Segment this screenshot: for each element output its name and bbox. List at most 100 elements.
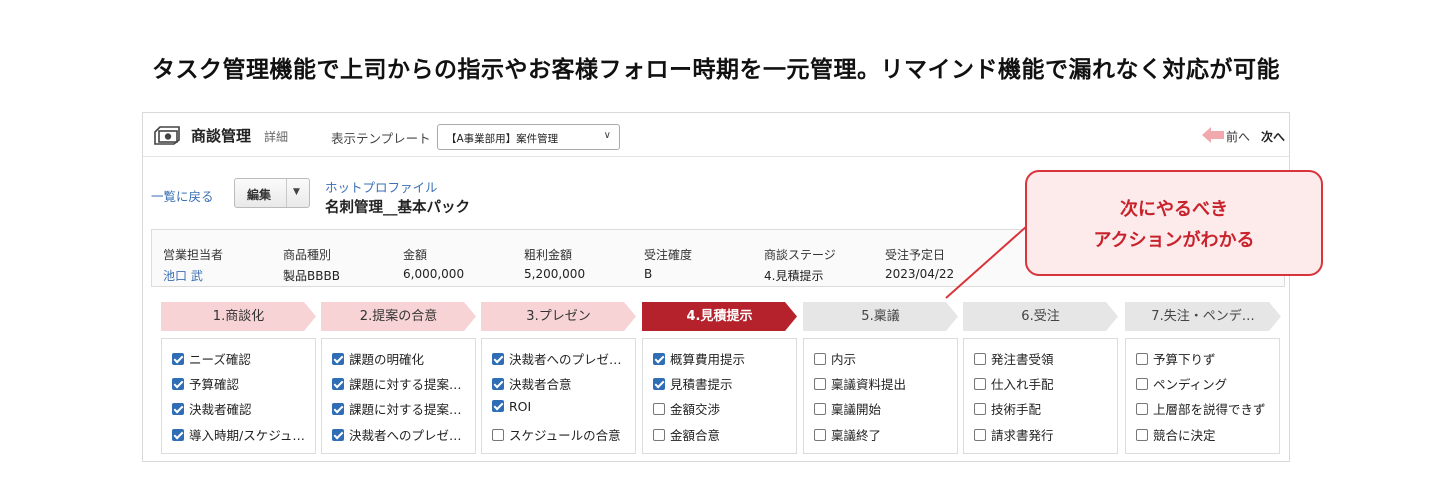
checkbox[interactable] <box>492 353 504 365</box>
checkbox[interactable] <box>814 353 826 365</box>
prev-link[interactable]: 前へ <box>1226 128 1250 145</box>
checkbox[interactable] <box>332 353 344 365</box>
info-label: 粗利金額 <box>524 248 573 262</box>
task-item[interactable]: 決裁者へのプレゼ… <box>332 425 472 441</box>
stage-6[interactable]: 6.受注 <box>963 302 1118 331</box>
task-label: ROI <box>509 399 532 414</box>
task-item[interactable]: 上層部を説得できず <box>1136 399 1276 415</box>
task-item[interactable]: 決裁者確認 <box>172 399 312 415</box>
checkbox[interactable] <box>653 403 665 415</box>
task-item[interactable]: 導入時期/スケジュ… <box>172 425 312 441</box>
checkbox[interactable] <box>492 378 504 390</box>
top-bar: 商談管理 詳細 表示テンプレート 【A事業部用】案件管理 ∨ 前へ 次へ <box>143 113 1289 157</box>
checkbox[interactable] <box>492 400 504 412</box>
task-item[interactable]: 決裁者へのプレゼ… <box>492 349 632 365</box>
task-item[interactable]: 課題に対する提案… <box>332 399 472 415</box>
checkbox[interactable] <box>1136 429 1148 441</box>
checkbox[interactable] <box>1136 403 1148 415</box>
task-column-3: 決裁者へのプレゼ… 決裁者合意 ROI スケジュールの合意 <box>481 338 636 454</box>
task-item[interactable]: 課題の明確化 <box>332 349 472 365</box>
checkbox[interactable] <box>974 429 986 441</box>
checkbox[interactable] <box>814 403 826 415</box>
stage-7[interactable]: 7.失注・ペンデ… <box>1125 302 1281 331</box>
record-type-link[interactable]: ホットプロファイル <box>325 177 438 196</box>
checkbox[interactable] <box>1136 353 1148 365</box>
task-item[interactable]: 概算費用提示 <box>653 349 793 365</box>
task-label: 課題に対する提案… <box>349 377 462 390</box>
task-label: ペンディング <box>1153 377 1228 390</box>
task-label: 稟議資料提出 <box>831 377 907 390</box>
checkbox[interactable] <box>653 353 665 365</box>
task-label: 技術手配 <box>991 402 1042 415</box>
task-label: 稟議終了 <box>831 428 882 441</box>
task-item[interactable]: 決裁者合意 <box>492 374 632 390</box>
task-label: 請求書発行 <box>991 428 1054 441</box>
task-item[interactable]: ROI <box>492 399 632 415</box>
checkbox[interactable] <box>172 378 184 390</box>
task-item[interactable]: 課題に対する提案… <box>332 374 472 390</box>
caret-down-icon[interactable]: ▼ <box>293 187 300 197</box>
task-item[interactable]: 予算下りず <box>1136 349 1276 365</box>
stage-label: 2.提案の合意 <box>359 309 438 324</box>
stage-4[interactable]: 4.見積提示 <box>642 302 797 331</box>
stage-2[interactable]: 2.提案の合意 <box>321 302 476 331</box>
info-field-probability: 受注確度 B <box>644 246 692 281</box>
info-value: 5,200,000 <box>524 267 586 281</box>
checkbox[interactable] <box>332 378 344 390</box>
checkbox[interactable] <box>332 403 344 415</box>
checkbox[interactable] <box>332 429 344 441</box>
stage-3[interactable]: 3.プレゼン <box>481 302 636 331</box>
checkbox[interactable] <box>974 403 986 415</box>
task-label: 決裁者へのプレゼ… <box>349 428 462 441</box>
task-item[interactable]: 発注書受領 <box>974 349 1114 365</box>
chevron-down-icon: ∨ <box>603 130 611 141</box>
info-field-product-type: 商品種別 製品BBBB <box>283 246 340 284</box>
task-item[interactable]: 金額合意 <box>653 425 793 441</box>
checkbox[interactable] <box>653 378 665 390</box>
task-item[interactable]: 金額交渉 <box>653 399 793 415</box>
checkbox[interactable] <box>814 378 826 390</box>
task-item[interactable]: 予算確認 <box>172 374 312 390</box>
task-label: 決裁者合意 <box>509 377 572 390</box>
checkbox[interactable] <box>492 429 504 441</box>
checkbox[interactable] <box>172 429 184 441</box>
stage-1[interactable]: 1.商談化 <box>161 302 316 331</box>
deal-detail-panel: 商談管理 詳細 表示テンプレート 【A事業部用】案件管理 ∨ 前へ 次へ 一覧に… <box>142 112 1290 462</box>
callout-line-1: 次にやるべき <box>1120 199 1228 220</box>
task-item[interactable]: ペンディング <box>1136 374 1276 390</box>
money-icon <box>154 126 180 145</box>
task-item[interactable]: 稟議資料提出 <box>814 374 954 390</box>
stage-label: 3.プレゼン <box>526 309 591 324</box>
task-item[interactable]: ニーズ確認 <box>172 349 312 365</box>
next-link[interactable]: 次へ <box>1261 128 1285 145</box>
owner-link[interactable]: 池口 武 <box>163 267 223 284</box>
task-item[interactable]: スケジュールの合意 <box>492 425 632 441</box>
info-field-stage: 商談ステージ 4.見積提示 <box>764 246 836 284</box>
task-item[interactable]: 技術手配 <box>974 399 1114 415</box>
task-item[interactable]: 見積書提示 <box>653 374 793 390</box>
checkbox[interactable] <box>974 378 986 390</box>
task-item[interactable]: 稟議開始 <box>814 399 954 415</box>
checkbox[interactable] <box>172 403 184 415</box>
task-item[interactable]: 請求書発行 <box>974 425 1114 441</box>
info-value: 4.見積提示 <box>764 269 824 283</box>
checkbox[interactable] <box>814 429 826 441</box>
checkbox[interactable] <box>1136 378 1148 390</box>
task-label: ニーズ確認 <box>189 352 251 365</box>
back-to-list-link[interactable]: 一覧に戻る <box>151 186 214 205</box>
task-item[interactable]: 稟議終了 <box>814 425 954 441</box>
task-item[interactable]: 仕入れ手配 <box>974 374 1114 390</box>
stage-label: 1.商談化 <box>212 309 265 324</box>
task-item[interactable]: 競合に決定 <box>1136 425 1276 441</box>
arrow-left-icon[interactable] <box>1202 127 1224 143</box>
task-item[interactable]: 内示 <box>814 349 954 365</box>
edit-button[interactable]: 編集 ▼ <box>234 178 310 208</box>
info-field-amount: 金額 6,000,000 <box>403 246 464 281</box>
checkbox[interactable] <box>974 353 986 365</box>
stage-5[interactable]: 5.稟議 <box>803 302 958 331</box>
info-label: 商談ステージ <box>764 248 836 262</box>
checkbox[interactable] <box>172 353 184 365</box>
checkbox[interactable] <box>653 429 665 441</box>
info-label: 商品種別 <box>283 248 332 262</box>
template-select[interactable]: 【A事業部用】案件管理 ∨ <box>437 124 620 150</box>
